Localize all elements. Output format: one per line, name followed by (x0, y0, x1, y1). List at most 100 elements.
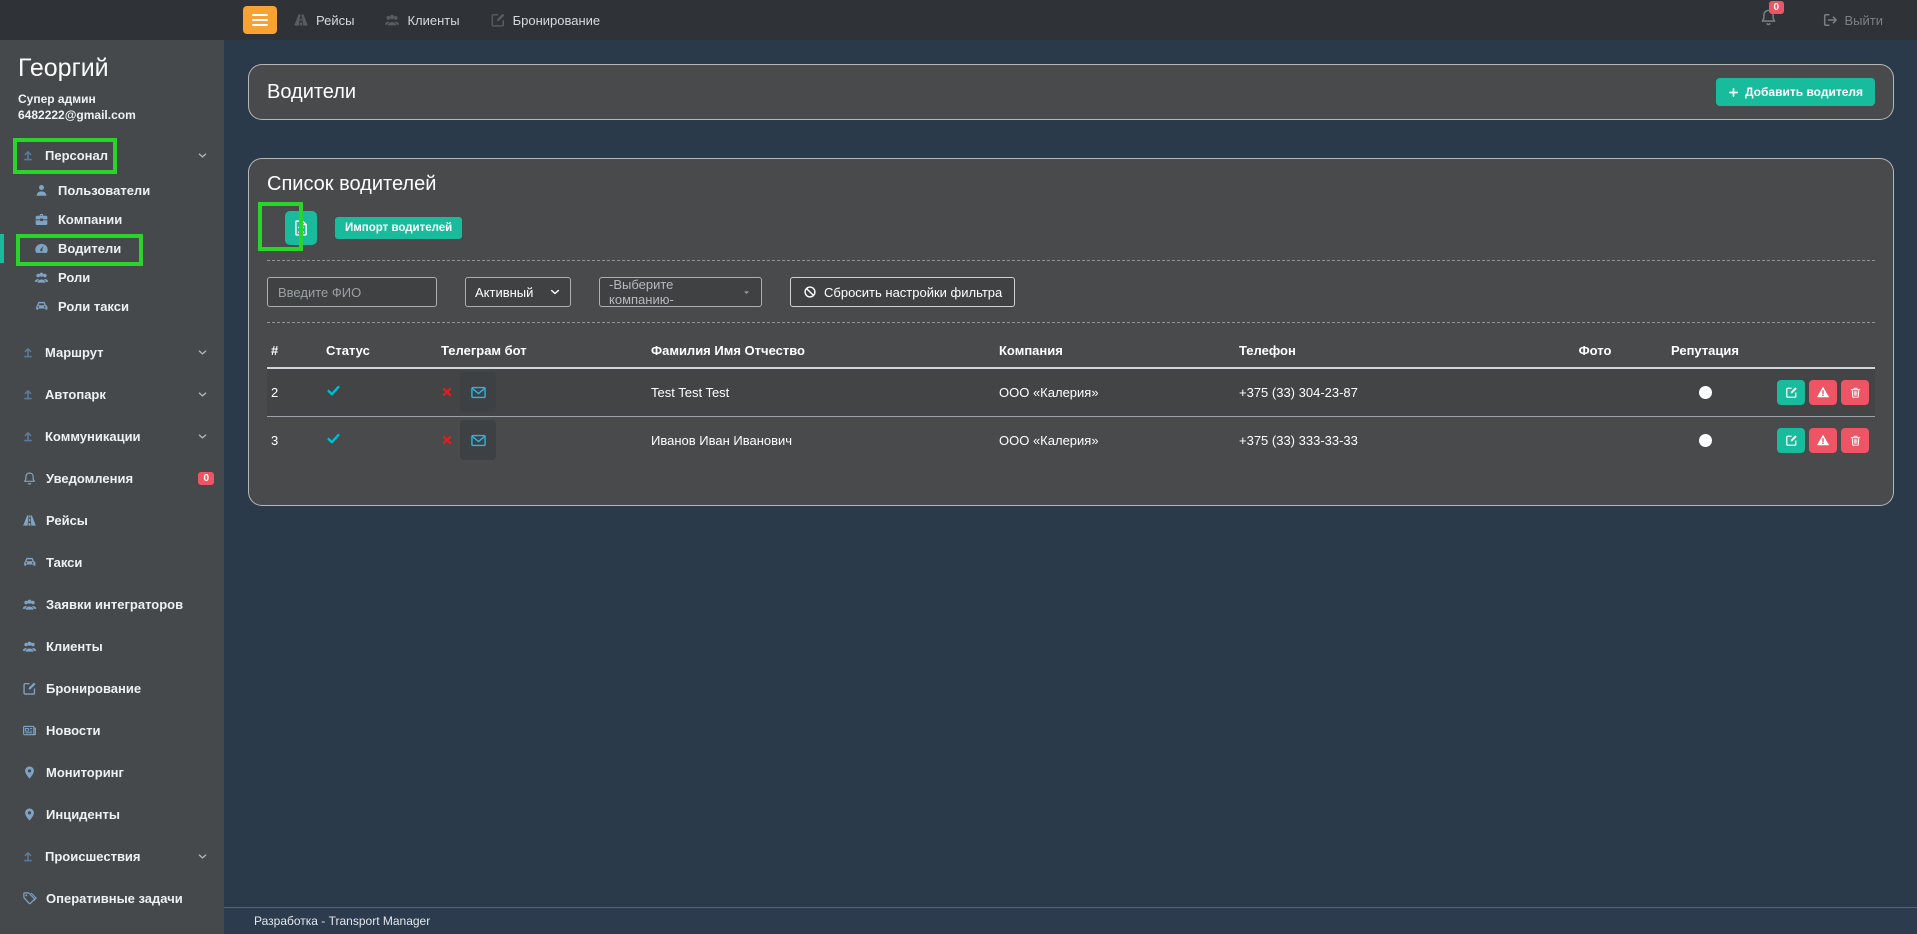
sidebar-item-news[interactable]: Новости (0, 709, 224, 751)
driver-phone-cell: +375 (33) 304-23-87 (1235, 368, 1540, 416)
sidebar-item-companies[interactable]: Компании (0, 205, 224, 234)
sidebar-item-trips[interactable]: Рейсы (0, 499, 224, 541)
sidebar-item-operational-tasks[interactable]: Оперативные задачи (0, 877, 224, 919)
check-icon (326, 383, 341, 398)
driver-company-cell: ООО «Калерия» (995, 416, 1235, 464)
sidebar-item-route[interactable]: Маршрут (0, 331, 224, 373)
warning-triangle-icon (1816, 385, 1830, 399)
sidebar-item-label: Клиенты (46, 639, 103, 654)
company-select[interactable]: -Выберите компанию- (599, 277, 762, 307)
edit-icon (490, 12, 506, 28)
table-row: 2 Test Test Test ООО «Калерия» +375 (33)… (267, 368, 1875, 416)
import-file-button[interactable] (285, 211, 317, 245)
separator-dashed (267, 322, 1875, 323)
status-select[interactable]: Активный (465, 277, 571, 307)
x-mark-icon (441, 434, 453, 446)
tachometer-icon (34, 241, 49, 256)
section-title: Список водителей (267, 173, 1875, 196)
reset-filters-label: Сбросить настройки фильтра (824, 285, 1002, 300)
row-actions (1764, 380, 1871, 405)
ban-icon (803, 285, 817, 299)
map-marker-icon (22, 807, 37, 822)
car-icon (34, 299, 49, 314)
page-header-card: Водители Добавить водителя (248, 64, 1894, 120)
sidebar-item-drivers[interactable]: Водители (0, 234, 224, 263)
tags-icon (22, 891, 37, 906)
page-title: Водители (267, 81, 356, 104)
warn-driver-button[interactable] (1809, 380, 1837, 405)
status-select-value: Активный (475, 285, 533, 300)
telegram-cell (441, 372, 643, 412)
sidebar-item-accidents[interactable]: Происшествия (0, 835, 224, 877)
fio-search-input[interactable] (267, 277, 437, 307)
delete-driver-button[interactable] (1841, 428, 1869, 453)
sidebar-item-integrator-requests[interactable]: Заявки интеграторов (0, 583, 224, 625)
reputation-dot (1699, 434, 1712, 447)
level-up-icon (22, 429, 36, 443)
column-header: # (267, 333, 322, 368)
main-content: Водители Добавить водителя Список водите… (224, 40, 1917, 907)
sidebar-item-personal[interactable]: Персонал (0, 134, 224, 176)
column-header: Телеграм бот (437, 333, 647, 368)
notifications-bell-button[interactable]: 0 (1759, 8, 1778, 32)
driver-photo-cell (1540, 368, 1650, 416)
sidebar-item-clients[interactable]: Клиенты (0, 625, 224, 667)
import-drivers-button[interactable]: Импорт водителей (335, 217, 462, 239)
driver-id-cell: 2 (267, 368, 322, 416)
send-telegram-message-button[interactable] (460, 372, 496, 412)
warning-triangle-icon (1816, 433, 1830, 447)
column-header: Репутация (1650, 333, 1760, 368)
sidebar-item-taxi[interactable]: Такси (0, 541, 224, 583)
chevron-down-icon (549, 286, 561, 298)
navbar-link-trips[interactable]: Рейсы (293, 12, 354, 28)
users-icon (34, 270, 49, 285)
footer-text: Разработка - Transport Manager (254, 914, 430, 928)
envelope-icon (470, 432, 487, 449)
column-header: Телефон (1235, 333, 1540, 368)
user-icon (34, 183, 49, 198)
logout-button[interactable]: Выйти (1822, 12, 1884, 28)
navbar-link-clients[interactable]: Клиенты (384, 12, 459, 28)
driver-phone-cell: +375 (33) 333-33-33 (1235, 416, 1540, 464)
sidebar-item-booking[interactable]: Бронирование (0, 667, 224, 709)
level-up-icon (22, 345, 36, 359)
company-select-value: -Выберите компанию- (609, 277, 741, 307)
sidebar-item-label: Такси (46, 555, 82, 570)
sidebar-item-users[interactable]: Пользователи (0, 176, 224, 205)
caret-down-icon (741, 287, 752, 298)
warn-driver-button[interactable] (1809, 428, 1837, 453)
road-icon (22, 513, 37, 528)
send-telegram-message-button[interactable] (460, 420, 496, 460)
sidebar-item-incidents[interactable]: Инциденты (0, 793, 224, 835)
column-header: Компания (995, 333, 1235, 368)
newspaper-icon (22, 723, 37, 738)
file-excel-icon (292, 219, 310, 237)
sidebar-item-taxi-roles[interactable]: Роли такси (0, 292, 224, 321)
edit-driver-button[interactable] (1777, 380, 1805, 405)
chevron-down-icon (197, 150, 208, 161)
telegram-cell (441, 420, 643, 460)
sidebar-item-fleet[interactable]: Автопарк (0, 373, 224, 415)
sidebar-item-notifications[interactable]: Уведомления 0 (0, 457, 224, 499)
delete-driver-button[interactable] (1841, 380, 1869, 405)
sidebar-item-label: Персонал (45, 148, 108, 163)
add-driver-button[interactable]: Добавить водителя (1716, 78, 1875, 106)
trash-icon (1849, 434, 1862, 447)
driver-photo-cell (1540, 416, 1650, 464)
import-row: Импорт водителей (267, 211, 1875, 245)
users-icon (22, 597, 37, 612)
x-mark-icon (441, 386, 453, 398)
sidebar-toggle-button[interactable] (243, 6, 277, 34)
navbar-link-booking[interactable]: Бронирование (490, 12, 601, 28)
envelope-icon (470, 384, 487, 401)
sidebar-item-label: Водители (58, 241, 121, 256)
sidebar-item-roles[interactable]: Роли (0, 263, 224, 292)
sidebar-item-communications[interactable]: Коммуникации (0, 415, 224, 457)
edit-driver-button[interactable] (1777, 428, 1805, 453)
add-driver-label: Добавить водителя (1745, 85, 1863, 99)
sidebar-item-label: Рейсы (46, 513, 88, 528)
sidebar-item-label: Новости (46, 723, 101, 738)
reset-filters-button[interactable]: Сбросить настройки фильтра (790, 277, 1015, 307)
sidebar-item-monitoring[interactable]: Мониторинг (0, 751, 224, 793)
sidebar-nav: Персонал Пользователи Компании Водители … (0, 134, 224, 919)
